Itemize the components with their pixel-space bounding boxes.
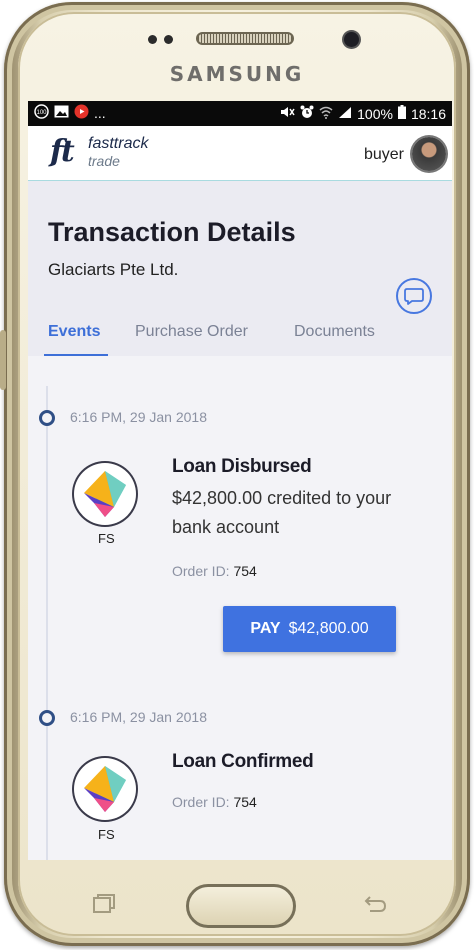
order-id-label: Order ID:: [172, 794, 230, 810]
order-id-value: 754: [233, 794, 257, 810]
event-title: Loan Disbursed: [172, 456, 312, 477]
volume-button: [0, 330, 6, 390]
app-logo[interactable]: ft: [50, 134, 75, 169]
page-title: Transaction Details: [48, 217, 296, 247]
tab-events[interactable]: Events: [48, 323, 100, 341]
timeline-dot: [39, 710, 55, 726]
avatar-label: FS: [98, 827, 115, 842]
user-role-label[interactable]: buyer: [364, 146, 404, 164]
fs-logo-icon: [74, 758, 136, 820]
pay-amount: $42,800.00: [288, 620, 369, 637]
front-camera: [344, 32, 359, 47]
tab-documents[interactable]: Documents: [294, 323, 375, 341]
event-time: 6:16 PM, 29 Jan 2018: [70, 409, 207, 425]
sensor-dot: [148, 35, 157, 44]
events-timeline: 6:16 PM, 29 Jan 2018 FS Loan Disbursed $…: [28, 356, 452, 860]
device-brand: SAMSUNG: [169, 62, 305, 86]
battery-icon: [397, 105, 406, 122]
screen: 100 ... 100% 18:16 ft fasttrack trade bu…: [28, 101, 452, 860]
status-bar: 100 ... 100% 18:16: [28, 101, 452, 126]
sensor-dot: [164, 35, 173, 44]
wifi-icon: [319, 106, 333, 122]
logo-name: fasttrack: [88, 135, 149, 152]
mute-icon: [280, 105, 295, 122]
timeline-dot: [39, 410, 55, 426]
home-button[interactable]: [186, 884, 296, 928]
chat-icon: [404, 288, 424, 305]
event-description: $42,800.00 credited to your bank account: [172, 488, 392, 537]
back-icon[interactable]: [362, 893, 388, 921]
timeline-line: [46, 386, 48, 860]
alarm-icon: [300, 105, 314, 122]
signal-icon: [338, 106, 352, 122]
tab-purchase-order[interactable]: Purchase Order: [135, 323, 248, 341]
chat-button[interactable]: [396, 278, 432, 314]
gallery-icon: [54, 105, 69, 121]
recent-apps-icon[interactable]: [92, 893, 116, 921]
clock: 18:16: [410, 105, 446, 122]
order-id: Order ID: 754: [172, 794, 257, 810]
data-saver-icon: 100: [34, 104, 49, 122]
event-time: 6:16 PM, 29 Jan 2018: [70, 709, 207, 725]
order-id: Order ID: 754: [172, 563, 257, 579]
fs-logo-icon: [74, 463, 136, 525]
order-id-label: Order ID:: [172, 563, 230, 579]
pay-button[interactable]: PAY $42,800.00: [223, 606, 396, 652]
svg-text:100: 100: [36, 110, 47, 116]
logo-mark: ft: [50, 134, 75, 169]
youtube-icon: [74, 104, 89, 122]
more-notifications: ...: [94, 105, 106, 121]
avatar[interactable]: [412, 137, 446, 171]
pay-label: PAY: [250, 620, 281, 637]
avatar-label: FS: [98, 531, 115, 546]
company-name: Glaciarts Pte Ltd.: [48, 260, 179, 279]
earpiece-speaker: [196, 32, 294, 45]
logo-subtitle: trade: [88, 153, 120, 169]
order-id-value: 754: [233, 563, 257, 579]
event-title: Loan Confirmed: [172, 751, 314, 772]
tab-bar: Events Purchase Order Documents: [28, 323, 452, 357]
app-header: ft fasttrack trade buyer: [28, 126, 452, 181]
battery-percent: 100%: [357, 105, 393, 122]
transaction-header: Transaction Details Glaciarts Pte Ltd. E…: [28, 181, 452, 357]
